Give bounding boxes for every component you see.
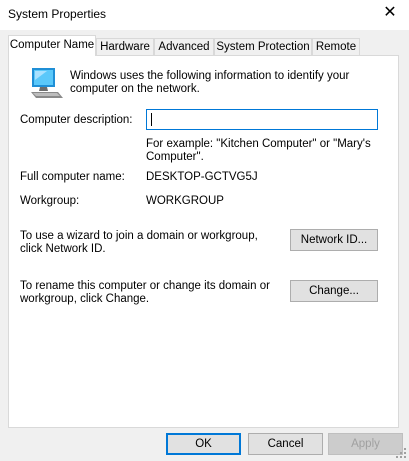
text-caret	[151, 113, 152, 126]
computer-icon	[31, 68, 63, 98]
cancel-button[interactable]: Cancel	[248, 433, 323, 455]
ok-button[interactable]: OK	[166, 433, 241, 455]
apply-button[interactable]: Apply	[328, 433, 403, 455]
description-example-text: For example: "Kitchen Computer" or "Mary…	[146, 138, 371, 163]
workgroup-label: Workgroup:	[20, 195, 80, 207]
tab-hardware[interactable]: Hardware	[96, 38, 154, 55]
window-title: System Properties	[8, 7, 107, 21]
computer-name-panel: Windows uses the following information t…	[8, 55, 399, 428]
computer-description-input[interactable]	[146, 109, 378, 130]
close-icon[interactable]: ✕	[381, 4, 399, 22]
intro-text: Windows uses the following information t…	[70, 70, 350, 95]
tab-remote[interactable]: Remote	[312, 38, 360, 55]
title-bar: System Properties ✕	[0, 0, 409, 30]
change-instructions: To rename this computer or change its do…	[20, 280, 270, 305]
network-id-button[interactable]: Network ID...	[290, 229, 378, 251]
workgroup-value: WORKGROUP	[146, 195, 224, 207]
full-computer-name-value: DESKTOP-GCTVG5J	[146, 171, 258, 183]
network-id-instructions: To use a wizard to join a domain or work…	[20, 230, 258, 255]
full-computer-name-label: Full computer name:	[20, 171, 125, 183]
tab-system-protection[interactable]: System Protection	[214, 38, 312, 55]
change-button[interactable]: Change...	[290, 280, 378, 302]
resize-grip-icon[interactable]	[395, 447, 407, 459]
computer-description-label: Computer description:	[20, 114, 133, 126]
tab-advanced[interactable]: Advanced	[154, 38, 214, 55]
tab-computer-name[interactable]: Computer Name	[8, 35, 96, 56]
